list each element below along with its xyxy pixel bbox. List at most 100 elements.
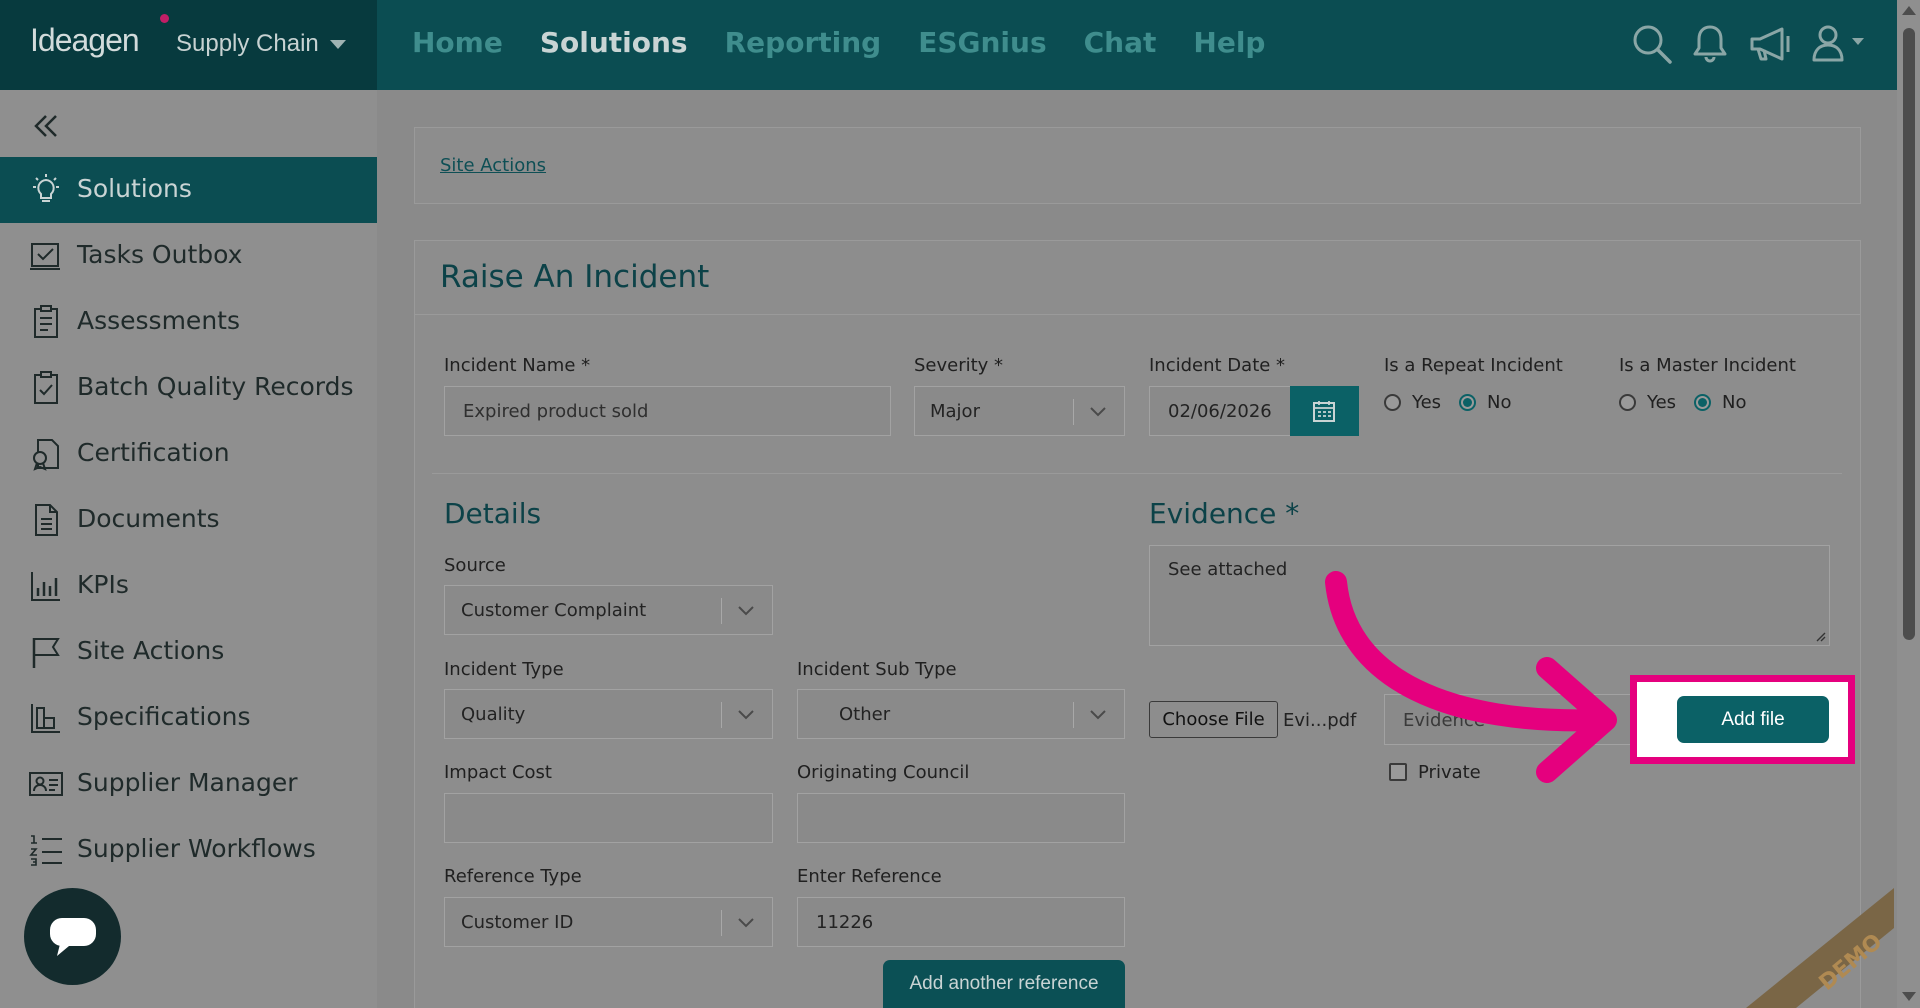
scroll-down-icon[interactable] [1902, 992, 1916, 1001]
incident-type-select[interactable]: Quality [444, 689, 773, 739]
sidebar-item-specifications[interactable]: Specifications [0, 685, 377, 751]
incident-sub-type-label: Incident Sub Type [797, 659, 957, 680]
sidebar-item-label: Solutions [77, 174, 192, 203]
sidebar-item-batch-quality-records[interactable]: Batch Quality Records [0, 355, 377, 421]
master-incident-label: Is a Master Incident [1619, 355, 1796, 376]
numbered-list-icon [29, 835, 62, 866]
sidebar-item-label: Supplier Manager [77, 768, 298, 797]
specifications-icon [31, 704, 60, 733]
repeat-no-label: No [1487, 392, 1512, 413]
sidebar-item-label: Certification [77, 438, 230, 467]
select-separator [721, 702, 722, 728]
nav-chat[interactable]: Chat [1084, 26, 1157, 59]
incident-name-label: Incident Name * [444, 355, 591, 376]
megaphone-icon[interactable] [1746, 20, 1794, 68]
source-select[interactable]: Customer Complaint [444, 585, 773, 635]
chevron-down-icon [738, 710, 754, 720]
nav-solutions[interactable]: Solutions [540, 26, 688, 59]
resize-handle-icon[interactable] [1814, 630, 1826, 642]
bell-icon[interactable] [1686, 20, 1734, 68]
chat-bubble-icon [50, 918, 96, 956]
clipboard-check-icon [34, 371, 58, 404]
bar-chart-icon [31, 572, 60, 601]
sidebar-item-certification[interactable]: Certification [0, 421, 377, 487]
repeat-yes-radio[interactable] [1384, 394, 1401, 411]
sidebar-item-supplier-workflows[interactable]: Supplier Workflows [0, 817, 377, 883]
impact-cost-label: Impact Cost [444, 762, 552, 783]
sidebar-item-assessments[interactable]: Assessments [0, 289, 377, 355]
product-name: Supply Chain [176, 30, 319, 57]
search-icon[interactable] [1628, 20, 1676, 68]
sidebar-item-documents[interactable]: Documents [0, 487, 377, 553]
scroll-up-icon[interactable] [1902, 6, 1916, 15]
nav-home[interactable]: Home [412, 26, 503, 59]
evidence-heading: Evidence * [1149, 497, 1300, 530]
originating-council-label: Originating Council [797, 762, 970, 783]
nav-reporting[interactable]: Reporting [725, 26, 882, 59]
sidebar-item-label: Batch Quality Records [77, 372, 354, 401]
enter-reference-input[interactable]: 11226 [797, 897, 1125, 947]
add-file-button[interactable]: Add file [1677, 696, 1829, 743]
sidebar-item-label: Site Actions [77, 636, 225, 665]
chat-launcher-button[interactable] [24, 888, 121, 985]
incident-name-input[interactable]: Expired product sold [444, 386, 891, 436]
master-yes-radio[interactable] [1619, 394, 1636, 411]
impact-cost-input[interactable] [444, 793, 773, 843]
annotation-arrow-icon [1325, 571, 1617, 783]
sidebar-item-solutions[interactable]: Solutions [0, 157, 377, 223]
choose-file-button[interactable]: Choose File [1149, 701, 1278, 738]
sidebar-item-kpis[interactable]: KPIs [0, 553, 377, 619]
sidebar-item-site-actions[interactable]: Site Actions [0, 619, 377, 685]
originating-council-input[interactable] [797, 793, 1125, 843]
breadcrumb-site-actions-link[interactable]: Site Actions [440, 155, 546, 176]
select-separator [721, 910, 722, 936]
user-icon[interactable] [1806, 20, 1870, 68]
incident-sub-type-value: Other [839, 704, 891, 725]
nav-help[interactable]: Help [1193, 26, 1265, 59]
enter-reference-label: Enter Reference [797, 866, 942, 887]
clipboard-icon [34, 305, 58, 338]
logo-dot [160, 14, 169, 23]
severity-label: Severity * [914, 355, 1004, 376]
sidebar-item-label: Assessments [77, 306, 240, 335]
date-picker-button[interactable] [1290, 386, 1359, 436]
caret-down-icon [330, 40, 346, 49]
enter-reference-value: 11226 [816, 912, 874, 933]
evidence-text: See attached [1168, 559, 1288, 580]
sidebar: Solutions Tasks Outbox Assessments Batch… [0, 90, 377, 1008]
select-separator [721, 598, 722, 624]
incident-sub-type-select[interactable]: Other [797, 689, 1125, 739]
reference-type-select[interactable]: Customer ID [444, 897, 773, 947]
sidebar-item-label: Specifications [77, 702, 251, 731]
incident-name-value: Expired product sold [463, 401, 649, 422]
divider [415, 314, 1860, 315]
scrollbar-thumb[interactable] [1903, 28, 1915, 640]
sidebar-item-label: Tasks Outbox [77, 240, 243, 269]
document-icon [35, 504, 58, 536]
tasks-outbox-icon [30, 243, 60, 270]
chevron-down-icon [738, 918, 754, 928]
repeat-incident-label: Is a Repeat Incident [1384, 355, 1563, 376]
master-yes-label: Yes [1647, 392, 1677, 413]
incident-date-input[interactable]: 02/06/2026 [1149, 386, 1291, 436]
sidebar-item-supplier-manager[interactable]: Supplier Manager [0, 751, 377, 817]
repeat-no-radio[interactable] [1459, 394, 1476, 411]
reference-type-value: Customer ID [461, 912, 574, 933]
severity-value: Major [930, 401, 980, 422]
brand-switcher[interactable]: Ideagen Supply Chain [0, 0, 377, 90]
certificate-icon [33, 439, 59, 471]
severity-select[interactable]: Major [914, 386, 1125, 436]
nav-esgnius[interactable]: ESGnius [918, 26, 1046, 59]
incident-type-label: Incident Type [444, 659, 564, 680]
add-another-reference-button[interactable]: Add another reference [883, 960, 1125, 1008]
source-value: Customer Complaint [461, 600, 647, 621]
master-no-radio[interactable] [1694, 394, 1711, 411]
incident-type-value: Quality [461, 704, 526, 725]
source-label: Source [444, 555, 506, 576]
ideagen-logo: Ideagen [30, 22, 140, 58]
demo-ribbon: DEMO [1746, 888, 1896, 1008]
main-nav: Home Solutions Reporting ESGnius Chat He… [412, 26, 1265, 59]
sidebar-item-tasks-outbox[interactable]: Tasks Outbox [0, 223, 377, 289]
collapse-sidebar-icon[interactable] [30, 110, 62, 142]
select-separator [1073, 399, 1074, 425]
